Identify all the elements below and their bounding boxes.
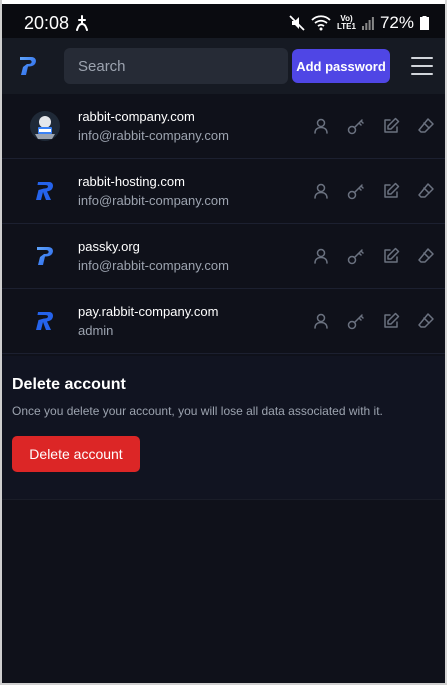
username-label: info@rabbit-company.com (78, 258, 229, 273)
website-icon (28, 239, 62, 273)
website-label: rabbit-company.com (78, 109, 195, 124)
craft-logo-icon (30, 111, 60, 141)
row-text: rabbit-hosting.com info@rabbit-company.c… (78, 174, 229, 208)
password-row[interactable]: rabbit-company.com info@rabbit-company.c… (2, 94, 445, 159)
delete-eraser-icon[interactable] (416, 247, 435, 266)
edit-icon[interactable] (381, 182, 400, 201)
row-actions (311, 159, 435, 223)
navbar: Add password (2, 38, 445, 94)
row-text: rabbit-company.com info@rabbit-company.c… (78, 109, 229, 143)
status-bar: 20:08 Vo) LTE1 72% (2, 4, 445, 42)
row-actions (311, 224, 435, 288)
status-time: 20:08 (24, 12, 70, 33)
website-icon (28, 109, 62, 143)
wifi-icon (311, 15, 331, 31)
delete-account-section: Delete account Once you delete your acco… (2, 356, 445, 500)
copy-username-icon[interactable] (311, 312, 330, 331)
password-row[interactable]: pay.rabbit-company.com admin (2, 289, 445, 354)
copy-username-icon[interactable] (311, 117, 330, 136)
delete-account-title: Delete account (12, 376, 126, 393)
website-icon (28, 304, 62, 338)
delete-account-button[interactable]: Delete account (12, 436, 140, 472)
copy-password-key-icon[interactable] (346, 312, 365, 331)
username-label: admin (78, 323, 114, 338)
row-text: passky.org info@rabbit-company.com (78, 239, 229, 273)
password-row[interactable]: rabbit-hosting.com info@rabbit-company.c… (2, 159, 445, 224)
menu-line (411, 73, 433, 75)
edit-icon[interactable] (381, 312, 400, 331)
website-icon (28, 174, 62, 208)
copy-password-key-icon[interactable] (346, 182, 365, 201)
add-password-button[interactable]: Add password (292, 49, 390, 83)
passky-logo-icon[interactable] (16, 54, 40, 78)
website-label: pay.rabbit-company.com (78, 304, 219, 319)
edit-icon[interactable] (381, 117, 400, 136)
edit-icon[interactable] (381, 247, 400, 266)
delete-account-description: Once you delete your account, you will l… (12, 404, 383, 418)
username-label: info@rabbit-company.com (78, 128, 229, 143)
delete-eraser-icon[interactable] (416, 117, 435, 136)
copy-username-icon[interactable] (311, 182, 330, 201)
password-row[interactable]: passky.org info@rabbit-company.com (2, 224, 445, 289)
website-label: passky.org (78, 239, 140, 254)
status-right: Vo) LTE1 72% (289, 13, 429, 33)
passky-site-logo-icon (37, 247, 53, 265)
row-actions (311, 94, 435, 158)
lte-label: LTE1 (337, 22, 356, 31)
copy-username-icon[interactable] (311, 247, 330, 266)
battery-percent: 72% (379, 13, 414, 32)
battery-icon (420, 16, 429, 30)
hamburger-menu-icon[interactable] (411, 57, 433, 75)
volte-indicator: Vo) LTE1 (337, 15, 356, 31)
rabbit-hosting-logo-icon (36, 182, 53, 200)
signal-icon (361, 17, 374, 30)
mute-icon (289, 15, 305, 31)
status-left: 20:08 (24, 13, 89, 34)
notification-icon (76, 15, 89, 31)
delete-eraser-icon[interactable] (416, 312, 435, 331)
row-actions (311, 289, 435, 353)
search-input[interactable] (64, 48, 288, 84)
copy-password-key-icon[interactable] (346, 117, 365, 136)
website-label: rabbit-hosting.com (78, 174, 185, 189)
row-text: pay.rabbit-company.com admin (78, 304, 218, 338)
username-label: info@rabbit-company.com (78, 193, 229, 208)
rabbit-pay-logo-icon (36, 312, 53, 330)
menu-line (411, 57, 433, 59)
password-list: rabbit-company.com info@rabbit-company.c… (2, 94, 445, 354)
copy-password-key-icon[interactable] (346, 247, 365, 266)
menu-line (411, 65, 433, 67)
delete-eraser-icon[interactable] (416, 182, 435, 201)
